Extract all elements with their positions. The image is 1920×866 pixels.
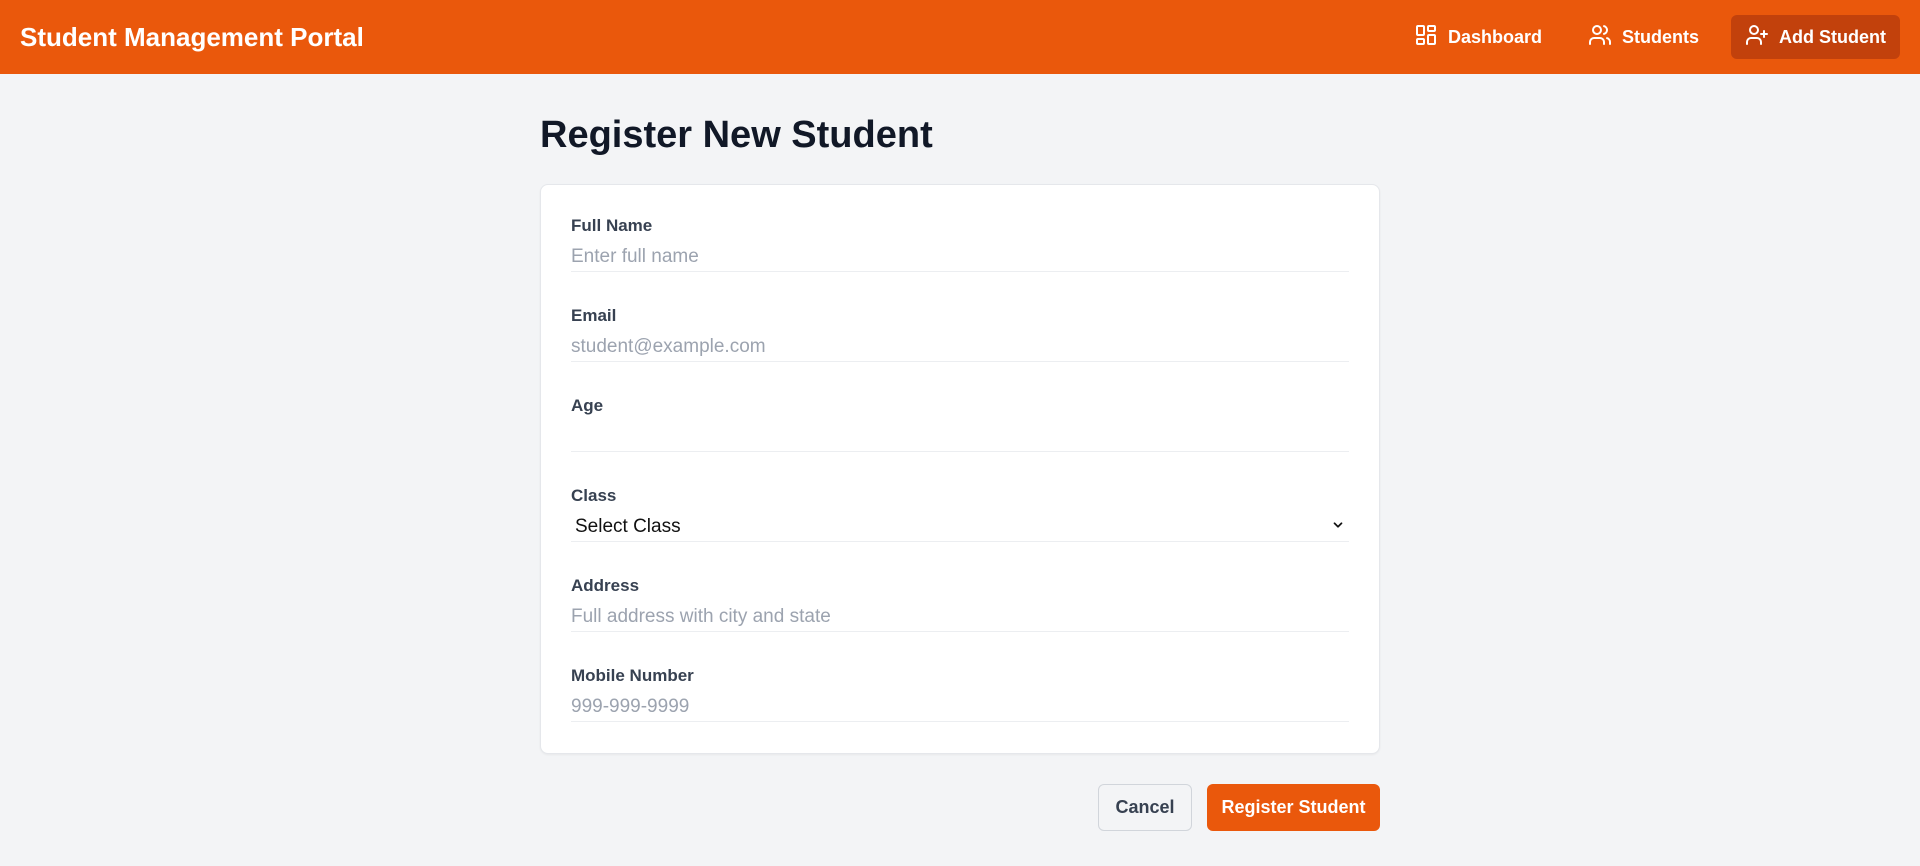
class-select-value: Select Class bbox=[575, 515, 681, 537]
age-input[interactable] bbox=[571, 422, 1349, 452]
nav-students[interactable]: Students bbox=[1574, 15, 1713, 59]
full-name-field-group: Full Name bbox=[571, 216, 1349, 306]
mobile-label: Mobile Number bbox=[571, 666, 694, 685]
chevron-down-icon bbox=[1331, 516, 1345, 538]
full-name-input[interactable] bbox=[571, 242, 1349, 272]
registration-form: Full Name Email Age Class Select Class A bbox=[540, 184, 1380, 754]
app-title[interactable]: Student Management Portal bbox=[20, 22, 364, 53]
nav-dashboard[interactable]: Dashboard bbox=[1400, 15, 1556, 59]
nav-dashboard-label: Dashboard bbox=[1447, 26, 1542, 47]
nav-add-student[interactable]: Add Student bbox=[1731, 15, 1900, 59]
email-input[interactable] bbox=[571, 332, 1349, 362]
address-field-group: Address bbox=[571, 576, 1349, 666]
email-field-group: Email bbox=[571, 306, 1349, 396]
age-field-group: Age bbox=[571, 396, 1349, 486]
class-select[interactable]: Select Class bbox=[571, 512, 1349, 542]
main-content: Register New Student Full Name Email Age… bbox=[540, 74, 1380, 831]
age-label: Age bbox=[571, 396, 604, 415]
email-label: Email bbox=[571, 306, 617, 325]
address-input[interactable] bbox=[571, 602, 1349, 632]
mobile-input[interactable] bbox=[571, 692, 1349, 722]
main-nav: Dashboard Students Add Student bbox=[1400, 15, 1900, 59]
form-actions: Cancel Register Student bbox=[540, 784, 1380, 831]
mobile-field-group: Mobile Number bbox=[571, 666, 1349, 730]
class-field-group: Class Select Class bbox=[571, 486, 1349, 576]
dashboard-icon bbox=[1414, 23, 1438, 52]
page-title: Register New Student bbox=[540, 114, 933, 156]
register-student-button[interactable]: Register Student bbox=[1207, 784, 1380, 831]
users-icon bbox=[1588, 23, 1612, 52]
address-label: Address bbox=[571, 576, 640, 595]
class-label: Class bbox=[571, 486, 617, 505]
nav-add-student-label: Add Student bbox=[1779, 26, 1886, 47]
full-name-label: Full Name bbox=[571, 216, 653, 235]
nav-students-label: Students bbox=[1622, 26, 1700, 47]
top-navbar: Student Management Portal Dashboard Stud… bbox=[0, 0, 1920, 74]
cancel-button[interactable]: Cancel bbox=[1098, 784, 1192, 831]
user-plus-icon bbox=[1745, 23, 1769, 52]
